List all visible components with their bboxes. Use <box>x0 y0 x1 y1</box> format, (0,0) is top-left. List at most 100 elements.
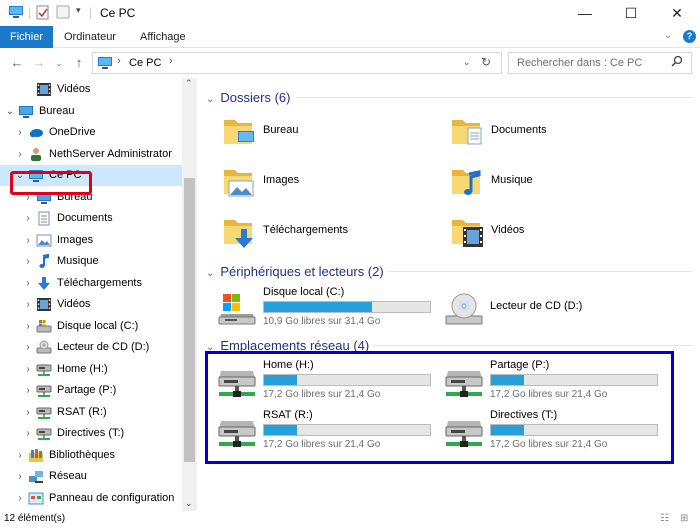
sidebar-item[interactable]: › Panneau de configuration <box>0 488 182 509</box>
section-header-folders[interactable]: ⌄ Dossiers (6) <box>206 90 290 105</box>
status-bar: 12 élément(s) ☷ ⊞ <box>0 511 700 528</box>
expand-icon[interactable]: › <box>14 466 26 487</box>
sidebar-item[interactable]: › OneDrive <box>0 122 182 143</box>
details-view-icon[interactable]: ☷ <box>660 513 669 524</box>
sidebar-item[interactable]: › Disque local (C:) <box>0 316 182 337</box>
sidebar-item[interactable]: › Images <box>0 230 182 251</box>
folder-item[interactable]: Documents <box>449 110 689 156</box>
sidebar-item-label: Disque local (C:) <box>57 319 139 332</box>
address-dropdown-icon[interactable]: ⌄ <box>463 57 471 68</box>
tab-ordinateur[interactable]: Ordinateur <box>54 26 126 48</box>
expand-icon[interactable]: › <box>14 445 26 466</box>
videos-folder-icon <box>449 214 485 250</box>
sidebar-item-label: Musique <box>57 255 99 267</box>
folder-item[interactable]: Images <box>221 160 461 206</box>
search-input[interactable]: Rechercher dans : Ce PC <box>508 52 692 74</box>
sidebar-item-label: Téléchargements <box>57 276 142 289</box>
sidebar-item[interactable]: › Directives (T:) <box>0 423 182 444</box>
expand-icon[interactable]: › <box>14 122 26 143</box>
folder-label: Documents <box>491 124 547 136</box>
collapse-icon[interactable]: ⌄ <box>4 101 16 122</box>
breadcrumb-separator-icon[interactable]: › <box>169 55 173 67</box>
sidebar-item[interactable]: › Vidéos <box>0 294 182 315</box>
new-folder-icon[interactable] <box>56 5 70 21</box>
customize-quick-access-icon[interactable]: ▾ <box>76 5 81 21</box>
expand-icon[interactable]: › <box>22 359 34 380</box>
scroll-up-icon[interactable]: ⌃ <box>185 78 193 89</box>
sidebar-item[interactable]: › Partage (P:) <box>0 380 182 401</box>
desktop-icon <box>18 104 34 119</box>
collapse-icon[interactable]: ⌄ <box>206 94 214 105</box>
drive-item[interactable]: Lecteur de CD (D:) <box>442 286 672 332</box>
up-icon[interactable]: ↑ <box>70 54 88 72</box>
recent-locations-icon[interactable]: ⌄ <box>50 54 68 72</box>
forward-icon[interactable]: → <box>30 54 48 72</box>
control-panel-icon <box>28 491 44 506</box>
expand-icon[interactable]: › <box>22 337 34 358</box>
network-drive-icon <box>36 405 52 420</box>
sidebar-item[interactable]: › Téléchargements <box>0 273 182 294</box>
sidebar-item-label: Réseau <box>49 470 87 482</box>
sidebar-item[interactable]: Vidéos <box>0 79 182 100</box>
back-icon[interactable]: ← <box>8 54 26 72</box>
expand-icon[interactable]: › <box>22 423 34 444</box>
drive-item[interactable]: Disque local (C:) 10,9 Go libres sur 31,4… <box>215 286 445 332</box>
search-icon[interactable] <box>671 55 683 72</box>
help-icon[interactable]: ? <box>683 30 696 43</box>
properties-icon[interactable] <box>36 5 52 21</box>
folder-item[interactable]: Bureau <box>221 110 461 156</box>
folder-item[interactable]: Musique <box>449 160 689 206</box>
network-drive-icon <box>36 426 52 441</box>
tab-fichier[interactable]: Fichier <box>0 26 54 48</box>
address-bar[interactable]: › Ce PC › ⌄ ↻ <box>92 52 502 74</box>
sidebar-item[interactable]: › Home (H:) <box>0 359 182 380</box>
local-disk-icon <box>36 319 52 334</box>
expand-icon[interactable]: › <box>22 208 34 229</box>
images-folder-icon <box>221 164 257 200</box>
expand-icon[interactable]: › <box>22 380 34 401</box>
sidebar-item[interactable]: ⌄ Bureau <box>0 101 182 122</box>
expand-ribbon-icon[interactable]: ⌄ <box>664 30 672 41</box>
expand-icon[interactable]: › <box>22 251 34 272</box>
breadcrumb[interactable]: Ce PC <box>129 57 161 69</box>
sidebar-item[interactable]: › Lecteur de CD (D:) <box>0 337 182 358</box>
expand-icon[interactable]: › <box>14 488 26 509</box>
minimize-button[interactable]: — <box>562 0 608 26</box>
divider <box>388 271 692 272</box>
free-space: 10,9 Go libres sur 31,4 Go <box>263 316 381 327</box>
sidebar-item[interactable]: › Réseau <box>0 466 182 487</box>
close-button[interactable]: ✕ <box>654 0 700 26</box>
folder-label: Musique <box>491 174 533 186</box>
collapse-icon[interactable]: ⌄ <box>206 268 214 279</box>
drive-label: Lecteur de CD (D:) <box>490 300 583 312</box>
network-drive-icon <box>36 362 52 377</box>
large-icons-view-icon[interactable]: ⊞ <box>680 513 688 524</box>
sidebar-item[interactable]: › Documents <box>0 208 182 229</box>
scroll-down-icon[interactable]: ⌄ <box>185 498 193 509</box>
tab-affichage[interactable]: Affichage <box>130 26 196 48</box>
refresh-icon[interactable]: ↻ <box>481 55 491 69</box>
expand-icon[interactable]: › <box>22 402 34 423</box>
navigation-pane[interactable]: Vidéos ⌄ Bureau › OneDrive › NethServer Admini… <box>0 78 197 511</box>
sidebar-item-label: Bureau <box>39 104 75 117</box>
folder-item[interactable]: Téléchargements <box>221 210 461 256</box>
breadcrumb-separator-icon[interactable]: › <box>117 55 121 67</box>
expand-icon[interactable]: › <box>22 294 34 315</box>
computer-icon[interactable] <box>8 5 24 21</box>
capacity-bar <box>263 301 431 313</box>
sidebar-item[interactable]: › NethServer Administrator <box>0 144 182 165</box>
sidebar-item[interactable]: › Musique <box>0 251 182 272</box>
maximize-button[interactable]: ☐ <box>608 0 654 26</box>
expand-icon[interactable]: › <box>22 316 34 337</box>
expand-icon[interactable]: › <box>14 144 26 165</box>
folder-item[interactable]: Vidéos <box>449 210 689 256</box>
nav-scrollbar-thumb[interactable] <box>184 178 195 462</box>
sidebar-item-label: Vidéos <box>57 298 91 310</box>
expand-icon[interactable]: › <box>22 273 34 294</box>
sidebar-item[interactable]: › RSAT (R:) <box>0 402 182 423</box>
expand-icon[interactable]: › <box>22 230 34 251</box>
local-disk-icon <box>215 292 259 328</box>
cd-drive-icon <box>442 292 486 328</box>
section-header-devices[interactable]: ⌄ Périphériques et lecteurs (2) <box>206 264 384 279</box>
sidebar-item[interactable]: › Bibliothèques <box>0 445 182 466</box>
